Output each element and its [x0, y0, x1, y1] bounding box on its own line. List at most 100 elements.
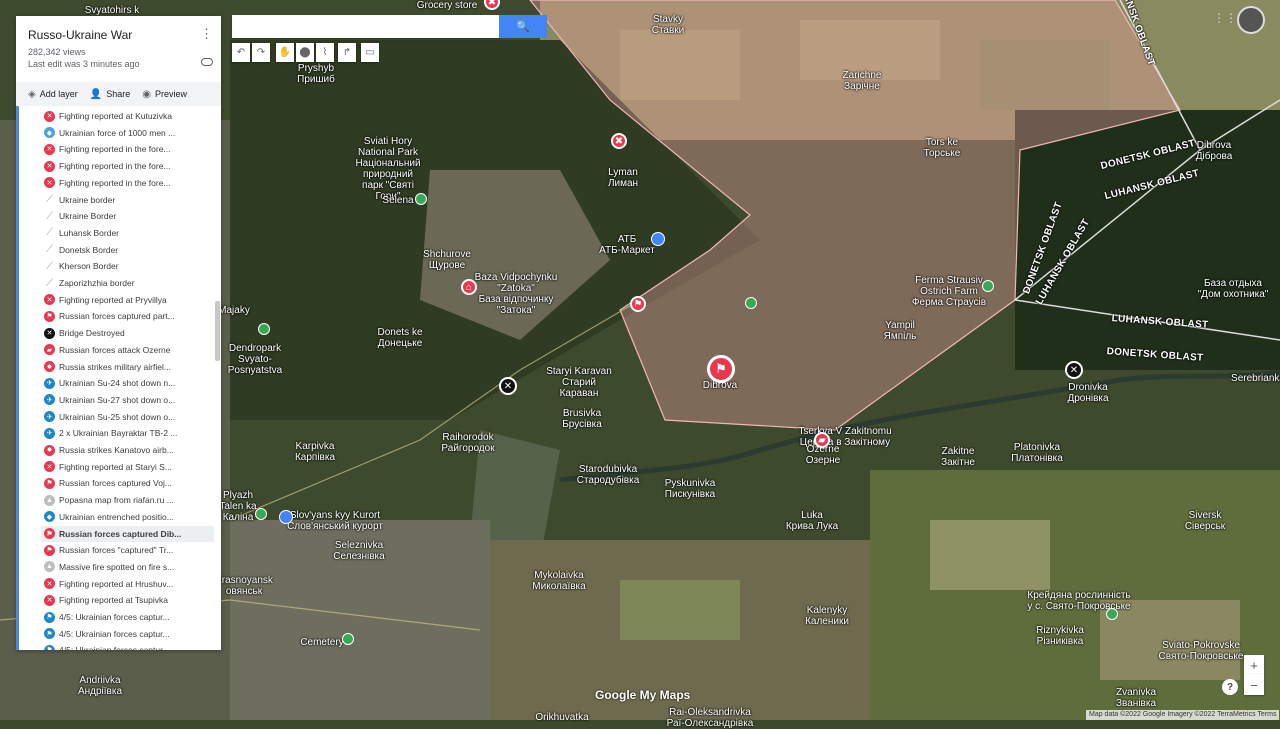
search-button[interactable]: 🔍 [499, 15, 547, 38]
measure-button[interactable]: ▭ [361, 43, 379, 62]
place-label[interactable]: Seleznivka Селезнівка [333, 540, 384, 562]
place-label[interactable]: Majaky [218, 305, 250, 316]
layer-item[interactable]: ✈ 2 x Ukrainian Bayraktar TB-2 ... [44, 425, 214, 441]
layer-item[interactable]: ⟋ Zaporizhzhia border [44, 275, 214, 291]
zoom-in-button[interactable]: + [1244, 655, 1264, 675]
layer-item[interactable]: ⚑ 4/5: Ukrainian forces captur... [44, 609, 214, 625]
layer-item[interactable]: ⟋ Luhansk Border [44, 225, 214, 241]
search-input[interactable] [232, 15, 500, 38]
park-marker[interactable] [255, 508, 267, 520]
directions-button[interactable]: ↱ [338, 43, 356, 62]
layer-item[interactable]: ⚑ 4/5: Ukrainian forces captur... [44, 626, 214, 642]
place-label[interactable]: Selena [382, 195, 413, 206]
list-scrollbar[interactable] [215, 301, 220, 361]
avatar[interactable] [1237, 6, 1265, 34]
layer-item[interactable]: ◆ Ukrainian entrenched positio... [44, 509, 214, 525]
pan-tool-button[interactable]: ✋ [276, 43, 294, 62]
layer-item[interactable]: ✈ Ukrainian Su-27 shot down o... [44, 392, 214, 408]
place-label[interactable]: Sviato-Pokrovske Свято-Покровське [1159, 640, 1244, 662]
park-marker[interactable] [415, 193, 427, 205]
place-label[interactable]: Karpivka Карпівка [295, 441, 335, 463]
park-marker[interactable] [258, 323, 270, 335]
place-label[interactable]: Stavky Ставки [652, 14, 685, 36]
place-label[interactable]: Kalenyky Каленики [805, 605, 849, 627]
layer-item[interactable]: ⚑ Russian forces captured Voj... [44, 475, 214, 491]
place-label[interactable]: Riznykivka Різниківка [1036, 625, 1084, 647]
place-label[interactable]: Staryi Karavan Старий Караван [546, 366, 612, 399]
place-label[interactable]: Zarichne Зарічне [843, 70, 882, 92]
layer-item[interactable]: ⟋ Donetsk Border [44, 242, 214, 258]
place-label[interactable]: Baza Vidpochynku "Zatoka" База відпочинк… [475, 272, 558, 316]
fighting-marker[interactable]: ✖ [611, 133, 627, 149]
layer-item[interactable]: ▲ Massive fire spotted on fire s... [44, 559, 214, 575]
layer-item[interactable]: ✸ Russia strikes Kanatovo airb... [44, 442, 214, 458]
layer-item[interactable]: ✕ Fighting reported in the fore... [44, 141, 214, 157]
place-label[interactable]: Dronivka Дронівка [1067, 382, 1108, 404]
place-label[interactable]: Tors ke Торське [924, 137, 961, 159]
selected-flag-marker[interactable]: ⚑ [707, 355, 735, 383]
place-label[interactable]: Pryshyb Пришиб [297, 63, 335, 85]
flag-marker[interactable]: ⚑ [630, 296, 646, 312]
map-title[interactable]: Russo-Ukraine War [28, 28, 132, 42]
place-label[interactable]: Zvanivka Званівка [1116, 687, 1156, 709]
place-label[interactable]: Slov'yans kyy Kurort Слов'янський курорт [287, 510, 383, 532]
park-marker[interactable] [745, 297, 757, 309]
place-label[interactable]: Brusivka Брусівка [562, 408, 602, 430]
place-label[interactable]: База отдыха "Дом охотника" [1198, 278, 1269, 300]
hotel-marker[interactable]: ⌂ [461, 279, 477, 295]
layer-item[interactable]: ✕ Fighting reported in the fore... [44, 158, 214, 174]
layer-item[interactable]: ▰ Russian forces attack Ozerne [44, 342, 214, 358]
layer-item[interactable]: ✈ Ukrainian Su-25 shot down o... [44, 409, 214, 425]
map-attribution[interactable]: Map data ©2022 Google Imagery ©2022 Terr… [1086, 710, 1280, 720]
layer-item[interactable]: ⚑ Russian forces captured Dib... [41, 525, 214, 542]
place-label[interactable]: Zakitne Закітне [941, 446, 975, 468]
place-label[interactable]: Luka Крива Лука [786, 510, 838, 532]
place-label[interactable]: Dendropark Svyato- Posnyatstva [228, 343, 282, 376]
layer-item[interactable]: ✕ Fighting reported at Tsupivka [44, 592, 214, 608]
tank-marker[interactable]: ▰ [814, 432, 830, 448]
park-marker[interactable] [342, 633, 354, 645]
park-marker[interactable] [982, 280, 994, 292]
add-layer-button[interactable]: ◈ Add layer [28, 89, 78, 100]
place-label[interactable]: Shchurove Щурове [423, 249, 471, 271]
layer-item[interactable]: ✕ Bridge Destroyed [44, 325, 214, 341]
layer-item[interactable]: ✈ Ukrainian Su-24 shot down n... [44, 375, 214, 391]
place-label[interactable]: Starodubivka Стародубівка [577, 464, 640, 486]
layer-item[interactable]: ✕ Fighting reported at Staryi S... [44, 459, 214, 475]
place-label[interactable]: Raihorodok Райгородок [441, 432, 494, 454]
draw-line-button[interactable]: ⌇ [316, 43, 334, 62]
layer-item[interactable]: ✕ Fighting reported at Pryvillya [44, 292, 214, 308]
shopping-marker[interactable] [651, 232, 665, 246]
layer-item[interactable]: ⟋ Ukraine border [44, 192, 214, 208]
zoom-out-button[interactable]: − [1244, 675, 1264, 695]
place-label[interactable]: Andriivka Андріївка [78, 675, 122, 697]
layer-item[interactable]: ✕ Fighting reported at Hrushuv... [44, 576, 214, 592]
place-label[interactable]: Krasnoyansk овянськ [215, 575, 273, 597]
layer-item[interactable]: ✸ Russia strikes military airfiel... [44, 359, 214, 375]
layer-item[interactable]: ✕ Fighting reported at Kutuzivka [44, 108, 214, 124]
help-button[interactable]: ? [1222, 679, 1238, 695]
place-label[interactable]: Svyatohirs k [85, 5, 139, 16]
place-label[interactable]: Yampil Ямпіль [884, 320, 917, 342]
more-options-icon[interactable]: ⋮ [200, 26, 213, 42]
park-marker[interactable] [1106, 608, 1118, 620]
place-label[interactable]: Pyskunivka Пискунівка [665, 478, 716, 500]
place-label[interactable]: Platonivka Платонівка [1011, 442, 1063, 464]
redo-button[interactable]: ↷ [252, 43, 270, 62]
place-label[interactable]: Mykolaivka Миколаївка [532, 570, 585, 592]
layer-item[interactable]: ⟋ Ukraine Border [44, 208, 214, 224]
layer-item[interactable]: ⚑ Russian forces "captured" Tr... [44, 542, 214, 558]
resort-marker[interactable] [279, 510, 293, 524]
undo-button[interactable]: ↶ [232, 43, 250, 62]
add-marker-button[interactable]: ⬤ [296, 43, 314, 62]
layer-item[interactable]: ◆ Ukrainian force of 1000 men ... [44, 125, 214, 141]
place-label[interactable]: АТБ АТБ-Маркет [599, 234, 655, 256]
layer-item[interactable]: ⚑ 4/5: Ukrainian forces captur... [44, 642, 214, 650]
layer-item[interactable]: ▲ Popasna map from riafan.ru ... [44, 492, 214, 508]
layer-item[interactable]: ⟋ Kherson Border [44, 258, 214, 274]
layer-item[interactable]: ✕ Fighting reported in the fore... [44, 175, 214, 191]
place-label[interactable]: Rai-Oleksandrivka Раї-Олександрівка [667, 707, 754, 729]
place-label[interactable]: Orikhuvatka [535, 712, 588, 723]
layer-item[interactable]: ⚑ Russian forces captured part... [44, 308, 214, 324]
place-label[interactable]: Siversk Сіверськ [1185, 510, 1225, 532]
